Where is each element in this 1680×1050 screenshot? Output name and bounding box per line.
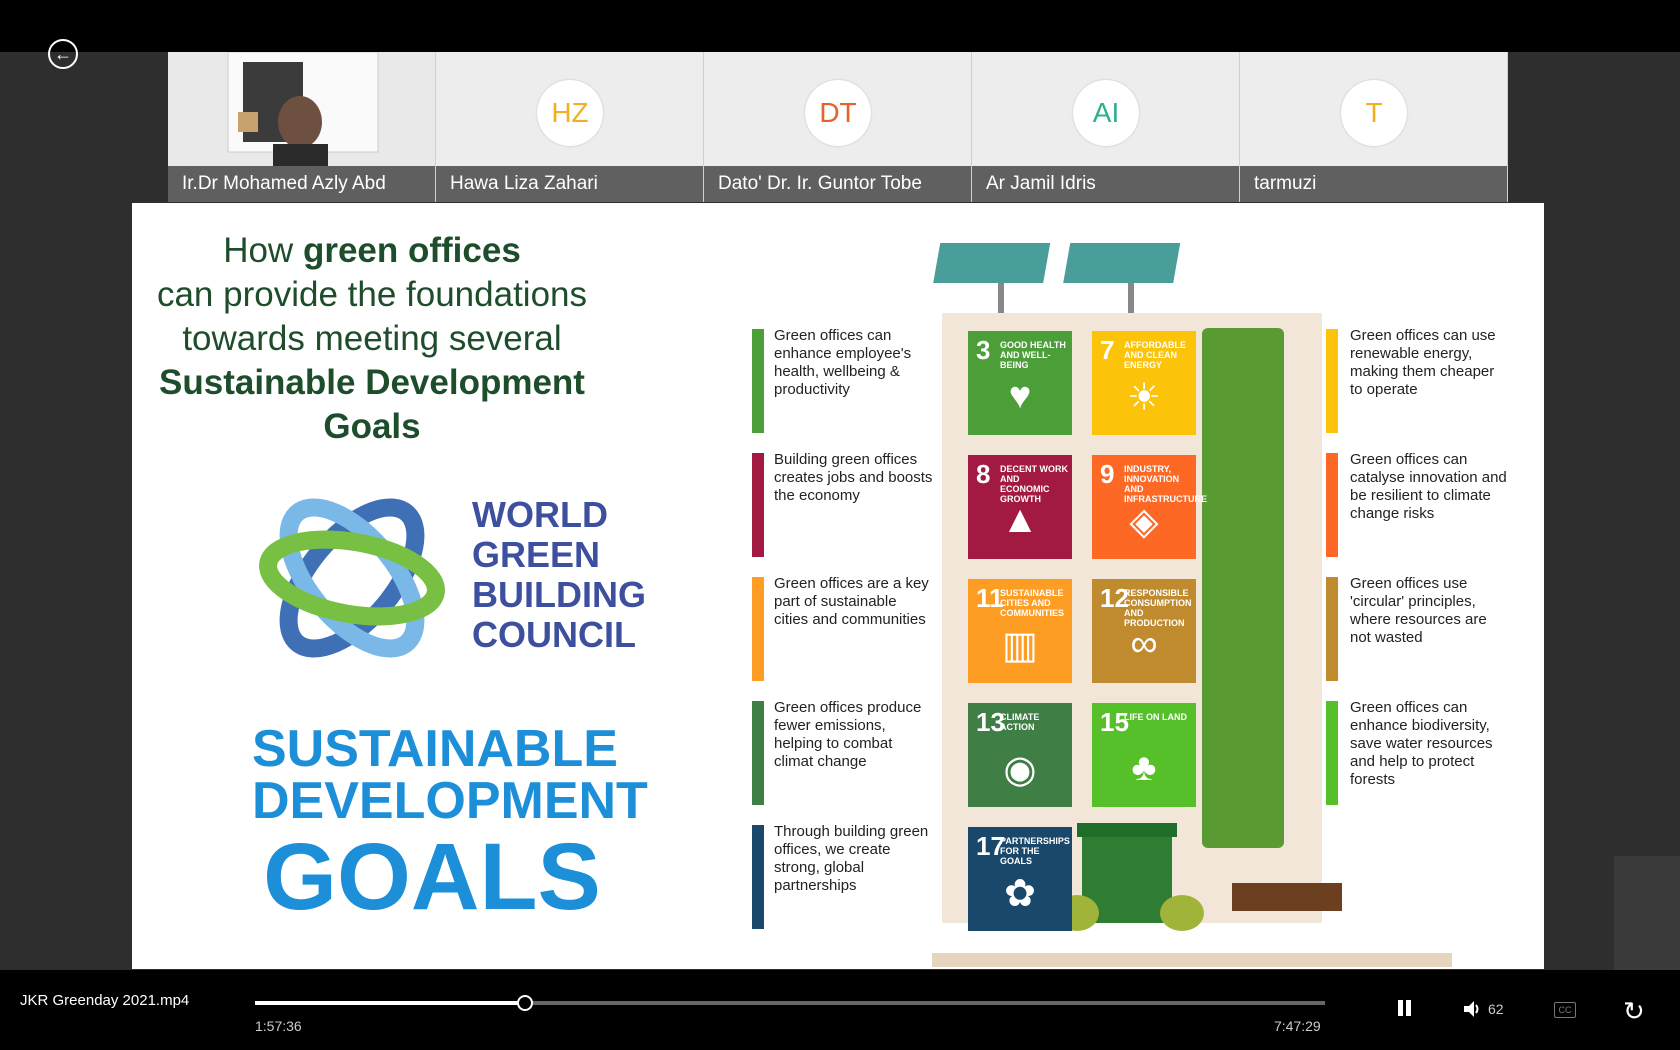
point-color-bar: [752, 453, 764, 557]
headline-line3: towards meeting several: [182, 319, 562, 358]
participant-avatar: HZ: [537, 80, 603, 146]
participant-tile[interactable]: HZ Hawa Liza Zahari: [436, 52, 704, 202]
participant-name: tarmuzi: [1240, 166, 1507, 202]
goal-number: 9: [1100, 459, 1115, 489]
sdg-logo: SUSTAINABLE DEVELOPMENT GOALS: [252, 720, 648, 930]
back-arrow-icon[interactable]: ←: [48, 39, 78, 69]
point-color-bar: [1326, 453, 1338, 557]
left-point: Green offices produce fewer emissions, h…: [774, 699, 922, 770]
participant-tile[interactable]: AI Ar Jamil Idris: [972, 52, 1240, 202]
point-color-bar: [1326, 329, 1338, 433]
replay-icon[interactable]: ↻: [1623, 996, 1645, 1027]
wgbc-line: WORLD: [472, 494, 608, 535]
right-point: Green offices can catalyse innovation an…: [1350, 451, 1507, 522]
seek-bar[interactable]: [255, 995, 1325, 1011]
flower-icon: ✿: [1004, 873, 1036, 915]
tree-icon: ♣: [1131, 747, 1157, 789]
goal-label: DECENT WORK AND ECONOMIC GROWTH: [1000, 464, 1068, 504]
point-color-bar: [1326, 577, 1338, 681]
sun-icon: ☀: [1126, 377, 1162, 419]
side-panel: [1614, 856, 1680, 970]
wgbc-line: COUNCIL: [472, 614, 636, 655]
seek-thumb[interactable]: [517, 995, 534, 1011]
sdg-line3: GOALS: [263, 824, 601, 930]
participant-avatar: DT: [805, 80, 871, 146]
participant-avatar: AI: [1073, 80, 1139, 146]
heartbeat-icon: ♥: [1008, 375, 1032, 417]
sdg-goal-17: 17 PARTNERSHIPS FOR THE GOALS ✿: [968, 827, 1072, 931]
point-color-bar: [752, 701, 764, 805]
player-controls: JKR Greenday 2021.mp4 1:57:36 7:47:29 62…: [0, 970, 1680, 1050]
wgbc-line: BUILDING: [472, 574, 646, 615]
headline-line2: can provide the foundations: [156, 275, 588, 314]
sdg-goal-7: 7 AFFORDABLE AND CLEAN ENERGY ☀: [1092, 331, 1196, 435]
left-point: Building green offices creates jobs and …: [774, 451, 933, 504]
goal-label: PARTNERSHIPS FOR THE GOALS: [1000, 836, 1070, 866]
participant-strip: Ir.Dr Mohamed Azly Abd HZ Hawa Liza Zaha…: [168, 52, 1508, 202]
volume-level: 62: [1488, 1001, 1504, 1017]
point-color-bar: [752, 329, 764, 433]
cubes-icon: ◈: [1129, 501, 1159, 543]
total-time: 7:47:29: [1274, 1018, 1321, 1034]
participant-video-feed: [168, 52, 435, 166]
current-time: 1:57:36: [255, 1018, 302, 1034]
file-name: JKR Greenday 2021.mp4: [20, 992, 190, 1009]
goal-number: 7: [1100, 335, 1115, 365]
wgbc-logo-icon: [259, 498, 445, 658]
goal-label: SUSTAINABLE CITIES AND COMMUNITIES: [1000, 588, 1064, 618]
goal-label: LIFE ON LAND: [1124, 712, 1187, 722]
headline-bold: green offices: [302, 231, 521, 270]
volume-button[interactable]: 62: [1462, 1000, 1504, 1018]
goal-label: CLIMATE ACTION: [1000, 712, 1040, 732]
sdg-goal-9: 9 INDUSTRY, INNOVATION AND INFRASTRUCTUR…: [1092, 455, 1207, 559]
goal-label: GOOD HEALTH AND WELL-BEING: [1000, 340, 1066, 370]
slide-headline: How green offices can provide the founda…: [152, 229, 592, 449]
participant-name: Ar Jamil Idris: [972, 166, 1239, 202]
city-icon: ▥: [1002, 625, 1038, 667]
goal-number: 3: [976, 335, 991, 365]
sdg-goal-11: 11 SUSTAINABLE CITIES AND COMMUNITIES ▥: [968, 579, 1072, 683]
speaker-icon: [1464, 1001, 1479, 1017]
point-color-bar: [752, 577, 764, 681]
sdg-goal-12: 12 RESPONSIBLE CONSUMPTION AND PRODUCTIO…: [1092, 579, 1196, 683]
sdg-goal-3: 3 GOOD HEALTH AND WELL-BEING ♥: [968, 331, 1072, 435]
goal-label: RESPONSIBLE CONSUMPTION AND PRODUCTION: [1124, 588, 1192, 628]
participant-name: Hawa Liza Zahari: [436, 166, 703, 202]
sdg-goal-15: 15 LIFE ON LAND ♣: [1092, 703, 1196, 807]
wgbc-text: WORLD GREEN BUILDING COUNCIL: [472, 495, 646, 655]
sdg-line1: SUSTAINABLE: [252, 720, 618, 778]
infinity-icon: ∞: [1130, 623, 1158, 665]
sdg-goal-13: 13 CLIMATE ACTION ◉: [968, 703, 1072, 807]
right-point: Green offices use 'circular' principles,…: [1350, 575, 1487, 646]
headline-pre: How: [223, 231, 303, 270]
top-bar: [0, 0, 1680, 52]
headline-line4: Sustainable Development Goals: [159, 363, 585, 446]
participant-name: Ir.Dr Mohamed Azly Abd: [168, 166, 435, 202]
participant-avatar: T: [1341, 80, 1407, 146]
right-point: Green offices can enhance biodiversity, …: [1350, 699, 1493, 788]
seek-progress: [255, 1001, 525, 1005]
participant-tile-video[interactable]: Ir.Dr Mohamed Azly Abd: [168, 52, 436, 202]
pause-icon[interactable]: [1396, 1000, 1414, 1018]
participant-tile[interactable]: T tarmuzi: [1240, 52, 1508, 202]
sdg-line2: DEVELOPMENT: [252, 772, 648, 830]
goal-label: INDUSTRY, INNOVATION AND INFRASTRUCTURE: [1124, 464, 1207, 504]
left-point: Green offices are a key part of sustaina…: [774, 575, 929, 628]
left-point: Green offices can enhance employee's hea…: [774, 327, 912, 398]
participant-name: Dato' Dr. Ir. Guntor Tobe: [704, 166, 971, 202]
left-point: Through building green offices, we creat…: [774, 823, 929, 894]
wgbc-line: GREEN: [472, 534, 601, 575]
point-color-bar: [752, 825, 764, 929]
participant-tile[interactable]: DT Dato' Dr. Ir. Guntor Tobe: [704, 52, 972, 202]
goal-number: 8: [976, 459, 991, 489]
shared-slide: How green offices can provide the founda…: [132, 203, 1544, 969]
sdg-goal-8: 8 DECENT WORK AND ECONOMIC GROWTH ▲: [968, 455, 1072, 559]
closed-captions-icon[interactable]: CC: [1554, 1002, 1576, 1018]
right-point: Green offices can use renewable energy, …: [1350, 327, 1496, 398]
goal-label: AFFORDABLE AND CLEAN ENERGY: [1124, 340, 1186, 370]
point-color-bar: [1326, 701, 1338, 805]
growth-chart-icon: ▲: [1001, 499, 1039, 541]
eye-globe-icon: ◉: [1003, 749, 1037, 791]
